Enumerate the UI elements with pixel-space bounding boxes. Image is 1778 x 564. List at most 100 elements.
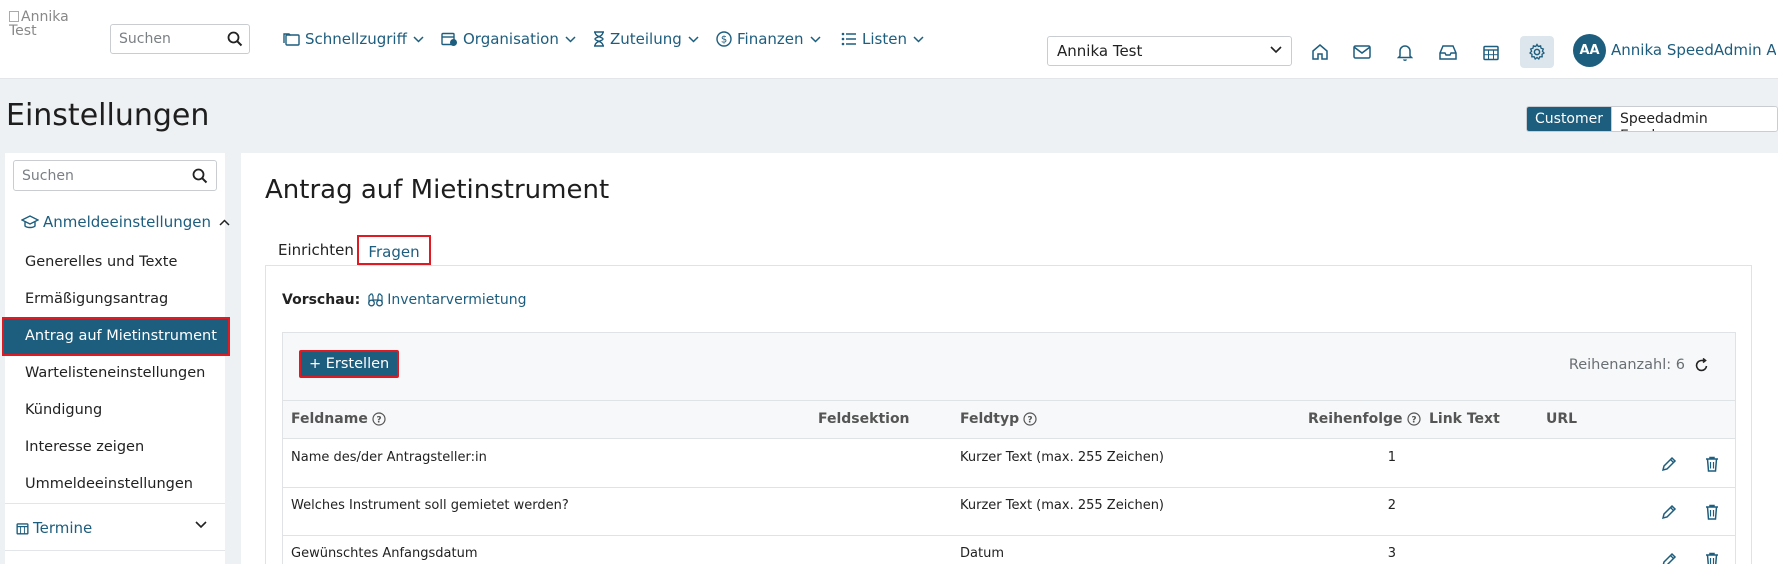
create-button[interactable]: + Erstellen bbox=[299, 350, 400, 378]
hourglass-icon bbox=[594, 31, 604, 47]
tab-einrichten[interactable]: Einrichten bbox=[278, 235, 354, 265]
sidebar-item-kuendigung[interactable]: Kündigung bbox=[5, 392, 225, 429]
chevron-up-icon bbox=[219, 218, 230, 226]
help-icon[interactable]: ? bbox=[372, 412, 386, 426]
main-panel: Antrag auf Mietinstrument Einrichten Fra… bbox=[241, 153, 1778, 564]
role-customer-button[interactable]: Customer bbox=[1527, 107, 1612, 131]
sidebar-item-interesse[interactable]: Interesse zeigen bbox=[5, 429, 225, 466]
row-count: Reihenanzahl: 6 bbox=[1568, 357, 1685, 373]
chevron-down-icon bbox=[688, 35, 699, 43]
preview-link[interactable]: Inventarvermietung bbox=[368, 292, 526, 308]
column-header-feldsektion[interactable]: Feldsektion bbox=[818, 411, 910, 427]
help-icon[interactable]: ? bbox=[1406, 412, 1421, 426]
column-header-feldtyp[interactable]: Feldtyp? bbox=[960, 411, 1037, 427]
school-select-value: Annika Test bbox=[1057, 42, 1143, 60]
cell-fieldname: Gewünschtes Anfangsdatum bbox=[291, 546, 478, 561]
calendar-button[interactable] bbox=[1474, 36, 1508, 68]
school-select[interactable]: Annika Test bbox=[1047, 36, 1292, 66]
nav-zuteilung[interactable]: Zuteilung bbox=[593, 26, 699, 52]
nav-schnellzugriff[interactable]: Schnellzugriff bbox=[283, 26, 424, 52]
top-bar: Annika Test Kulturschule Schnellzugriff … bbox=[0, 0, 1778, 79]
section-title: Antrag auf Mietinstrument bbox=[265, 175, 610, 205]
chevron-down-icon bbox=[913, 35, 924, 43]
tab-fragen[interactable]: Fragen bbox=[357, 235, 431, 265]
logo-alt-text: Annika Test Kulturschule bbox=[9, 10, 69, 36]
role-employee-button[interactable]: Speedadmin Employee bbox=[1611, 107, 1777, 131]
user-name[interactable]: Annika SpeedAdmin A... bbox=[1611, 41, 1776, 59]
table-row: Welches Instrument soll gemietet werden?… bbox=[283, 488, 1735, 536]
grid-toolbar: + Erstellen Reihenanzahl: 6 bbox=[283, 333, 1735, 401]
svg-text:?: ? bbox=[1028, 415, 1033, 425]
edit-icon[interactable] bbox=[1660, 503, 1678, 521]
nav-label: Finanzen bbox=[737, 30, 804, 48]
column-header-url[interactable]: URL bbox=[1546, 411, 1577, 427]
avatar[interactable]: AA bbox=[1573, 34, 1606, 67]
chevron-down-icon bbox=[413, 35, 424, 43]
sidebar-item-generelles[interactable]: Generelles und Texte bbox=[5, 244, 225, 281]
trash-icon[interactable] bbox=[1703, 455, 1721, 473]
cell-type: Datum bbox=[960, 546, 1004, 561]
sidebar-item-warteliste[interactable]: Wartelisteneinstellungen bbox=[5, 355, 225, 392]
nav-label: Zuteilung bbox=[610, 30, 682, 48]
home-button[interactable] bbox=[1303, 36, 1337, 68]
sidebar-item-ummelde[interactable]: Ummeldeeinstellungen bbox=[5, 466, 225, 503]
settings-sidebar: Anmeldeeinstellungen Generelles und Text… bbox=[2, 153, 230, 564]
svg-text:?: ? bbox=[376, 415, 381, 425]
preview-label: Vorschau: bbox=[282, 292, 361, 308]
trash-icon[interactable] bbox=[1703, 503, 1721, 521]
nav-finanzen[interactable]: $ Finanzen bbox=[716, 26, 821, 52]
folders-icon bbox=[283, 32, 300, 46]
nav-label: Schnellzugriff bbox=[305, 30, 407, 48]
gear-icon bbox=[1529, 43, 1545, 61]
calendar-clock-icon bbox=[441, 32, 457, 46]
nav-listen[interactable]: Listen bbox=[841, 26, 924, 52]
chevron-down-icon bbox=[565, 35, 576, 43]
role-toggle: Customer Speedadmin Employee bbox=[1526, 106, 1778, 132]
page-title: Einstellungen bbox=[6, 98, 210, 133]
mail-button[interactable] bbox=[1345, 36, 1379, 68]
sidebar-group-termine[interactable]: Termine bbox=[16, 519, 92, 537]
column-header-linktext[interactable]: Link Text bbox=[1429, 411, 1500, 427]
home-icon bbox=[1312, 44, 1328, 60]
preview-link-text: Inventarvermietung bbox=[387, 292, 527, 308]
column-header-label: Feldname bbox=[291, 411, 368, 427]
mail-icon bbox=[1353, 45, 1371, 59]
inbox-button[interactable] bbox=[1431, 36, 1465, 68]
sidebar-item-mietinstrument[interactable]: Antrag auf Mietinstrument bbox=[2, 317, 230, 356]
logo[interactable]: Annika Test Kulturschule bbox=[9, 10, 79, 36]
sidebar-group-label: Anmeldeeinstellungen bbox=[43, 213, 211, 231]
sidebar-divider bbox=[5, 550, 225, 551]
preview-row: Vorschau: Inventarvermietung bbox=[282, 292, 526, 308]
inbox-icon bbox=[1439, 45, 1457, 60]
column-header-label: Reihenfolge bbox=[1308, 411, 1403, 427]
chevron-down-icon bbox=[1270, 46, 1282, 54]
refresh-icon[interactable] bbox=[1694, 358, 1709, 373]
broken-image-icon bbox=[9, 11, 19, 22]
search-icon[interactable] bbox=[227, 31, 243, 47]
table-row: Name des/der Antragsteller:in Kurzer Tex… bbox=[283, 440, 1735, 488]
search-icon[interactable] bbox=[192, 168, 208, 184]
cell-fieldname: Name des/der Antragsteller:in bbox=[291, 450, 487, 465]
settings-button[interactable] bbox=[1520, 36, 1554, 68]
graduation-cap-icon bbox=[21, 215, 39, 229]
chevron-down-icon[interactable] bbox=[195, 521, 207, 529]
column-header-reihenfolge[interactable]: Reihenfolge? bbox=[1308, 411, 1421, 427]
calendar-icon bbox=[16, 522, 29, 535]
cell-order: 3 bbox=[1387, 546, 1396, 561]
chevron-down-icon bbox=[810, 35, 821, 43]
column-header-feldname[interactable]: Feldname? bbox=[291, 411, 386, 427]
edit-icon[interactable] bbox=[1660, 455, 1678, 473]
help-icon[interactable]: ? bbox=[1023, 412, 1037, 426]
sidebar-search bbox=[13, 160, 217, 191]
trash-icon[interactable] bbox=[1703, 551, 1721, 564]
cell-order: 2 bbox=[1387, 498, 1396, 513]
sidebar-search-input[interactable] bbox=[14, 161, 184, 190]
sidebar-item-ermaessigung[interactable]: Ermäßigungsantrag bbox=[5, 281, 225, 318]
notifications-button[interactable] bbox=[1388, 36, 1422, 68]
edit-icon[interactable] bbox=[1660, 551, 1678, 564]
nav-organisation[interactable]: Organisation bbox=[441, 26, 576, 52]
cell-type: Kurzer Text (max. 255 Zeichen) bbox=[960, 498, 1165, 513]
sidebar-group-anmeldeeinstellungen[interactable]: Anmeldeeinstellungen bbox=[21, 213, 234, 231]
global-search-input[interactable] bbox=[111, 25, 211, 53]
sidebar-divider bbox=[5, 503, 225, 504]
